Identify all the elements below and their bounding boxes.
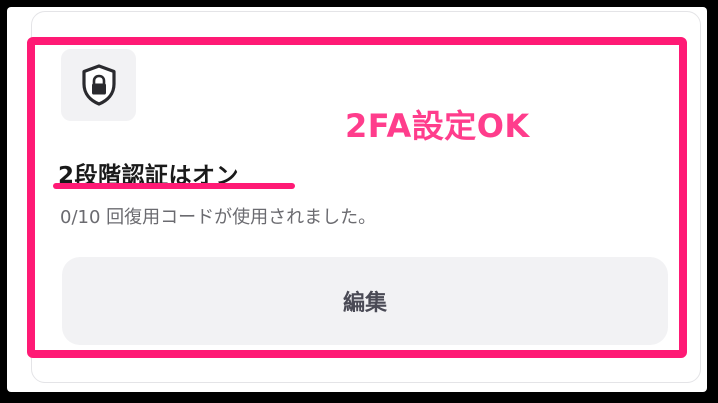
screenshot-frame: 2FA設定OK 2段階認証はオン 0/10 回復用コードが使用されました。 編集 <box>7 7 707 392</box>
annotation-highlight-box <box>27 37 687 358</box>
